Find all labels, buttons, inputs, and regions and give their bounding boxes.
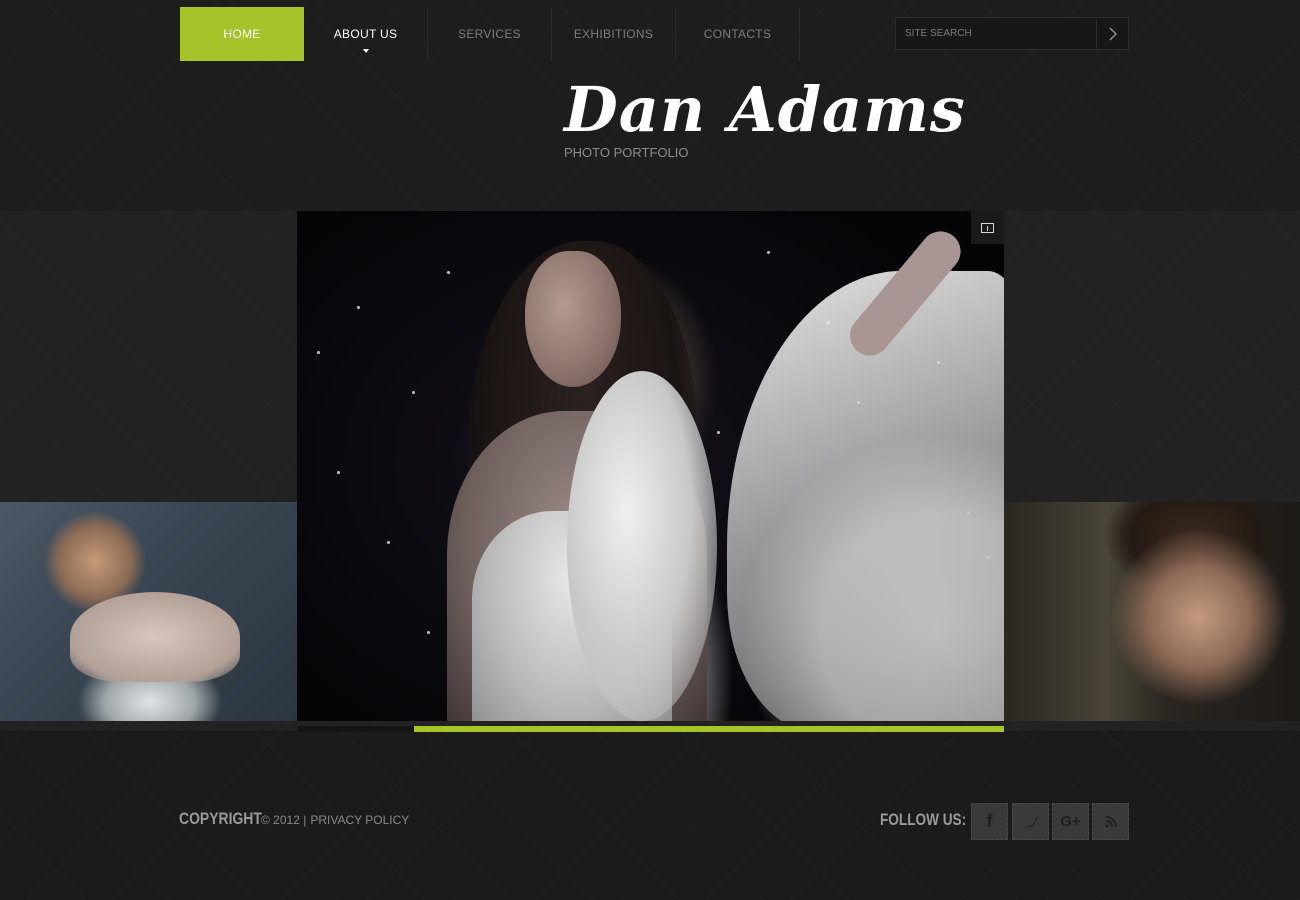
nav-item-label: CONTACTS xyxy=(703,27,772,41)
nav-item-services[interactable]: SERVICES xyxy=(428,7,552,61)
nav-item-exhibitions[interactable]: EXHIBITIONS xyxy=(552,7,676,61)
fullscreen-button[interactable] xyxy=(971,211,1004,244)
google-plus-button[interactable]: G+ xyxy=(1052,803,1089,840)
nav-item-about-us[interactable]: ABOUT US xyxy=(304,7,428,61)
nav-item-label: HOME xyxy=(223,27,261,41)
site-logo[interactable]: Dan Adams PHOTO PORTFOLIO xyxy=(564,70,966,160)
previous-slide-photo[interactable] xyxy=(0,502,297,721)
nav-item-label: SERVICES xyxy=(458,27,521,41)
rss-button[interactable] xyxy=(1092,803,1129,840)
photo-ruffle xyxy=(567,371,717,721)
facebook-icon: f xyxy=(986,811,993,831)
nav-item-label: EXHIBITIONS xyxy=(573,27,654,41)
facebook-button[interactable]: f xyxy=(971,803,1008,840)
nav-item-label: ABOUT US xyxy=(333,27,398,41)
next-slide-photo[interactable] xyxy=(1004,502,1300,721)
twitter-button[interactable] xyxy=(1012,803,1049,840)
nav-item-contacts[interactable]: CONTACTS xyxy=(676,7,800,61)
logo-tagline: PHOTO PORTFOLIO xyxy=(564,145,689,160)
twitter-icon xyxy=(1022,815,1039,827)
arrow-right-icon xyxy=(1109,27,1117,40)
rss-icon xyxy=(1104,815,1117,828)
search-input[interactable] xyxy=(896,18,1096,49)
photo-face xyxy=(525,251,621,387)
copyright: COPYRIGHT © 2012 | PRIVACY POLICY xyxy=(179,809,409,829)
photo-subject xyxy=(70,592,240,682)
main-slide-photo xyxy=(297,211,1004,721)
google-plus-icon: G+ xyxy=(1060,813,1081,830)
main-nav: HOME ABOUT US SERVICES EXHIBITIONS CONTA… xyxy=(180,7,800,61)
follow-us-label: FOLLOW US: xyxy=(880,810,967,829)
logo-name: Dan Adams xyxy=(564,73,966,146)
privacy-policy-link[interactable]: PRIVACY POLICY xyxy=(310,813,409,827)
search-submit-button[interactable] xyxy=(1096,18,1128,49)
fullscreen-icon xyxy=(981,222,994,233)
site-search xyxy=(895,17,1129,50)
copyright-label: COPYRIGHT xyxy=(179,809,262,828)
copyright-text: © 2012 | xyxy=(261,813,307,827)
caret-down-icon xyxy=(362,49,369,53)
nav-item-home[interactable]: HOME xyxy=(180,7,304,61)
